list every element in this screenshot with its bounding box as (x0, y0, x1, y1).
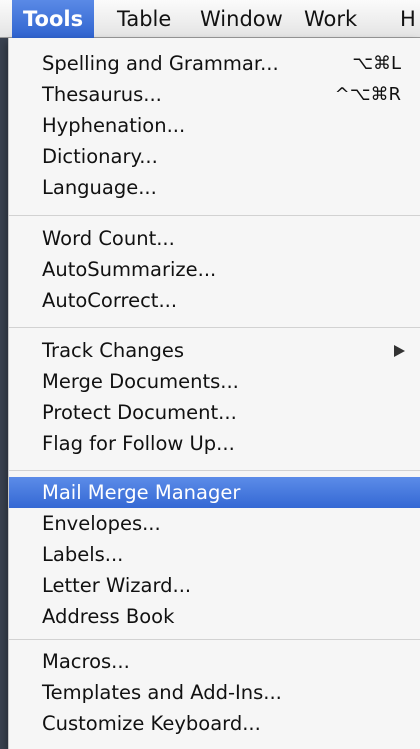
menu-item-label: Address Book (42, 605, 175, 628)
menu-item-label: Macros... (42, 650, 130, 673)
menu-item-customize-keyboard[interactable]: Customize Keyboard... (9, 708, 420, 739)
menu-item-label: Thesaurus... (42, 83, 162, 106)
menu-item-label: AutoSummarize... (42, 258, 217, 281)
menu-item-labels[interactable]: Labels... (9, 539, 420, 570)
menu-item-mail-merge-manager[interactable]: Mail Merge Manager (9, 477, 420, 508)
menu-item-label: Letter Wizard... (42, 574, 192, 597)
menubar-window[interactable]: Window (189, 0, 294, 38)
menu-item-autosummarize[interactable]: AutoSummarize... (9, 254, 420, 285)
menubar-tools[interactable]: Tools (12, 0, 95, 38)
menu-group-proofing: Spelling and Grammar... ⌥⌘L Thesaurus...… (9, 48, 420, 203)
menu-item-hyphenation[interactable]: Hyphenation... (9, 110, 420, 141)
menu-item-label: AutoCorrect... (42, 289, 178, 312)
menu-separator (9, 639, 420, 640)
menu-item-label: Envelopes... (42, 512, 161, 535)
menu-item-templates-and-add-ins[interactable]: Templates and Add-Ins... (9, 677, 420, 708)
menu-separator (9, 470, 420, 471)
menu-item-label: Merge Documents... (42, 370, 239, 393)
menu-item-label: Customize Keyboard... (42, 712, 261, 735)
menu-item-label: Templates and Add-Ins... (42, 681, 282, 704)
menu-item-merge-documents[interactable]: Merge Documents... (9, 366, 420, 397)
menu-item-autocorrect[interactable]: AutoCorrect... (9, 285, 420, 316)
menu-item-label: Spelling and Grammar... (42, 52, 279, 75)
menu-item-label: Language... (42, 176, 157, 199)
menu-item-protect-document[interactable]: Protect Document... (9, 397, 420, 428)
menubar-help[interactable]: H (389, 0, 420, 38)
menu-item-envelopes[interactable]: Envelopes... (9, 508, 420, 539)
menu-item-label: Labels... (42, 543, 124, 566)
menu-item-spelling-and-grammar[interactable]: Spelling and Grammar... ⌥⌘L (9, 48, 420, 79)
tools-menu: Spelling and Grammar... ⌥⌘L Thesaurus...… (8, 38, 420, 749)
menu-separator (9, 215, 420, 216)
menu-item-label: Dictionary... (42, 145, 158, 168)
menu-item-dictionary[interactable]: Dictionary... (9, 141, 420, 172)
menu-group-customize: Macros... Templates and Add-Ins... Custo… (9, 646, 420, 739)
menu-item-label: Mail Merge Manager (42, 481, 241, 504)
menu-separator (9, 327, 420, 328)
menu-group-tools: Word Count... AutoSummarize... AutoCorre… (9, 223, 420, 316)
menu-item-language[interactable]: Language... (9, 172, 420, 203)
menubar-table[interactable]: Table (106, 0, 182, 38)
menu-group-mail: Mail Merge Manager Envelopes... Labels..… (9, 477, 420, 632)
menu-item-shortcut: ⌥⌘L (352, 53, 401, 74)
menubar-work[interactable]: Work (293, 0, 368, 38)
menu-item-shortcut: ^⌥⌘R (334, 84, 401, 105)
menu-item-track-changes[interactable]: Track Changes (9, 335, 420, 366)
menu-item-macros[interactable]: Macros... (9, 646, 420, 677)
menu-item-label: Word Count... (42, 227, 175, 250)
menu-item-thesaurus[interactable]: Thesaurus... ^⌥⌘R (9, 79, 420, 110)
menu-item-label: Protect Document... (42, 401, 237, 424)
menu-item-label: Flag for Follow Up... (42, 432, 235, 455)
menu-item-word-count[interactable]: Word Count... (9, 223, 420, 254)
menu-item-address-book[interactable]: Address Book (9, 601, 420, 632)
menu-item-label: Hyphenation... (42, 114, 186, 137)
submenu-arrow-icon (394, 345, 405, 357)
menu-item-label: Track Changes (42, 339, 185, 362)
menu-group-review: Track Changes Merge Documents... Protect… (9, 335, 420, 459)
menu-item-letter-wizard[interactable]: Letter Wizard... (9, 570, 420, 601)
menu-bar: Tools Table Window Work H (0, 0, 420, 38)
menu-item-flag-for-follow-up[interactable]: Flag for Follow Up... (9, 428, 420, 459)
